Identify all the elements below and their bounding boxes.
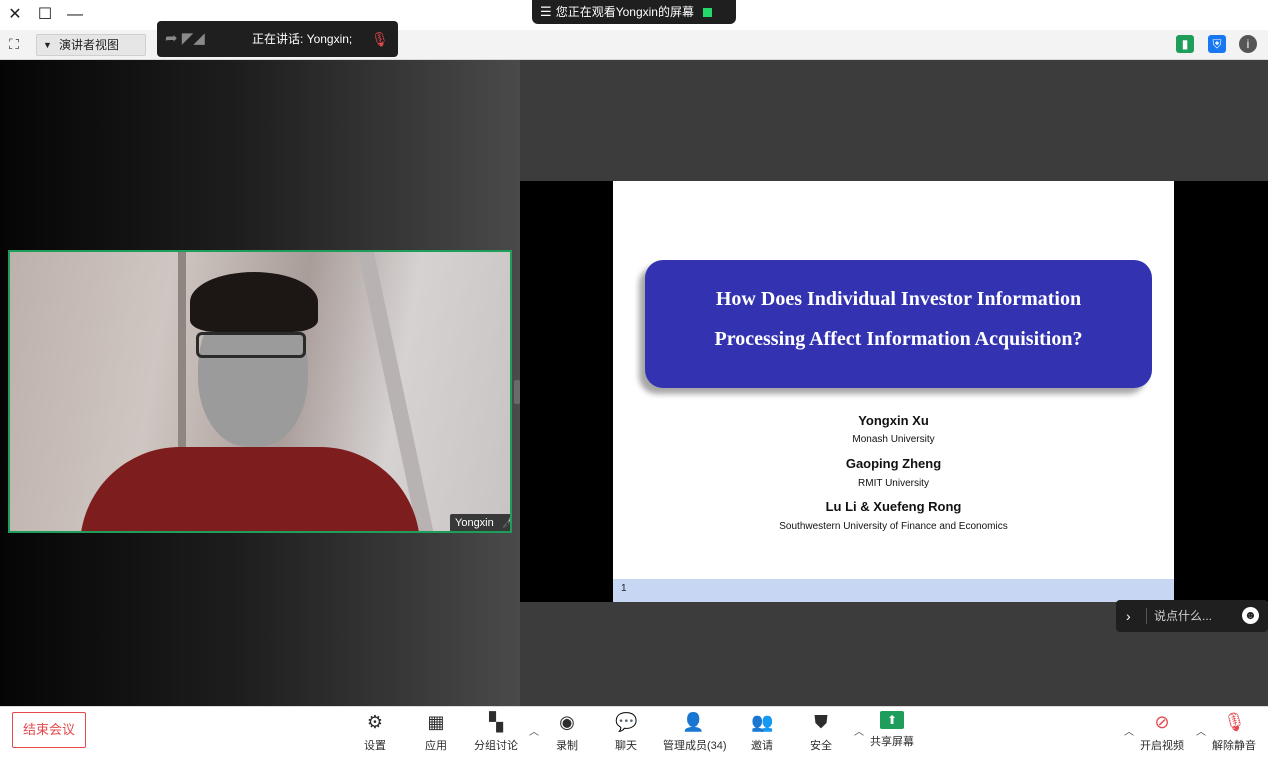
shield-icon[interactable]: ⛨ bbox=[1208, 35, 1226, 53]
invite-label: 邀请 bbox=[751, 740, 773, 752]
slide-affiliation-1: Monash University bbox=[852, 434, 935, 445]
start-video-button[interactable]: ⊘ 开启视频 bbox=[1132, 711, 1192, 755]
chevron-right-icon[interactable]: › bbox=[1126, 600, 1131, 632]
participant-video-tile[interactable]: Yongxin 🎤 bbox=[8, 250, 512, 533]
chat-button[interactable]: 💬 聊天 bbox=[596, 711, 656, 755]
breakout-rooms-button[interactable]: ▚ 分组讨论 bbox=[466, 711, 526, 755]
minimize-icon[interactable]: — bbox=[60, 0, 90, 30]
speaking-label: 正在讲话: Yongxin; bbox=[252, 32, 353, 46]
security-label: 安全 bbox=[810, 740, 832, 752]
shield-icon: ⛊ bbox=[814, 712, 828, 732]
avatar-glasses bbox=[196, 332, 306, 358]
slide-title-line1: How Does Individual Investor Information bbox=[715, 288, 1082, 310]
banner-text: 您正在观看Yongxin的屏幕 bbox=[555, 5, 694, 19]
breakout-label: 分组讨论 bbox=[474, 740, 518, 752]
record-icon: ◉ bbox=[559, 712, 575, 732]
slide-affiliation-3: Southwestern University of Finance and E… bbox=[779, 521, 1008, 532]
video-off-icon: ⊘ bbox=[1154, 712, 1170, 732]
participant-name-tag: Yongxin 🎤 bbox=[450, 514, 510, 531]
slide-author-3: Lu Li & Xuefeng Rong bbox=[825, 499, 962, 514]
invite-button[interactable]: 👥 邀请 bbox=[732, 711, 792, 755]
participant-name: Yongxin bbox=[455, 517, 494, 529]
fullscreen-icon[interactable]: ⛶ bbox=[6, 36, 22, 52]
apps-icon: ▦ bbox=[427, 712, 445, 732]
maximize-icon[interactable]: ☐ bbox=[30, 0, 60, 30]
menu-icon[interactable]: ☰ bbox=[540, 0, 552, 24]
record-label: 录制 bbox=[556, 740, 578, 752]
view-mode-select[interactable]: ▼ 演讲者视图 bbox=[36, 34, 146, 56]
participants-icon: 👤 bbox=[682, 712, 705, 732]
viewing-banner[interactable]: ☰ 您正在观看Yongxin的屏幕 bbox=[532, 0, 736, 24]
speaking-indicator: ➦ ◤◢ 正在讲话: Yongxin; 🎙 bbox=[157, 21, 398, 57]
share-screen-icon: ⬆ bbox=[880, 711, 904, 729]
slide-footer: 1 bbox=[613, 579, 1174, 602]
unmute-label: 解除静音 bbox=[1212, 740, 1256, 752]
slide-title-box: How Does Individual Investor Information… bbox=[645, 260, 1152, 388]
emoji-icon[interactable]: ☻ bbox=[1242, 607, 1259, 624]
share-screen-label: 共享屏幕 bbox=[870, 736, 914, 748]
meeting-controls: 结束会议 ⚙ 设置 ▦ 应用 ▚ 分组讨论 ︿ ◉ 录制 💬 聊天 👤 管理成员… bbox=[0, 706, 1268, 757]
chevron-down-icon: ▼ bbox=[43, 40, 52, 50]
add-user-icon: 👥 bbox=[751, 712, 774, 732]
presentation-slide: How Does Individual Investor Information… bbox=[613, 181, 1174, 602]
chat-input-box[interactable]: › 说点什么... ☻ bbox=[1116, 600, 1268, 632]
slide-title-line2: Processing Affect Information Acquisitio… bbox=[714, 328, 1083, 350]
end-meeting-button[interactable]: 结束会议 bbox=[12, 712, 86, 748]
slide-page-number: 1 bbox=[621, 583, 627, 594]
shared-screen: How Does Individual Investor Information… bbox=[520, 60, 1268, 706]
start-video-label: 开启视频 bbox=[1140, 740, 1184, 752]
slide-affiliation-2: RMIT University bbox=[858, 478, 929, 489]
settings-label: 设置 bbox=[364, 740, 386, 752]
record-button[interactable]: ◉ 录制 bbox=[537, 711, 597, 755]
slide-author-1: Yongxin Xu bbox=[858, 413, 929, 428]
signal-icon[interactable]: ▮ bbox=[1176, 35, 1194, 53]
apps-button[interactable]: ▦ 应用 bbox=[406, 711, 466, 755]
info-icon[interactable]: i bbox=[1239, 35, 1257, 53]
view-mode-label: 演讲者视图 bbox=[59, 38, 120, 52]
share-arrow-icon: ➦ ◤◢ bbox=[165, 30, 205, 47]
avatar-body bbox=[80, 447, 420, 531]
unmute-button[interactable]: 🎙 解除静音 bbox=[1204, 711, 1264, 755]
shared-screen-frame: How Does Individual Investor Information… bbox=[520, 181, 1268, 602]
mic-muted-icon: 🎙 bbox=[371, 31, 389, 47]
security-button[interactable]: ⛊ 安全 bbox=[791, 711, 851, 755]
video-gallery: Yongxin 🎤 bbox=[0, 60, 520, 706]
slide-author-2: Gaoping Zheng bbox=[845, 456, 942, 471]
breakout-icon: ▚ bbox=[489, 712, 503, 732]
share-screen-button[interactable]: ⬆ 共享屏幕 bbox=[862, 711, 922, 755]
share-status-icon bbox=[703, 8, 713, 18]
chat-label: 聊天 bbox=[615, 740, 637, 752]
participants-label: 管理成员(34) bbox=[663, 740, 727, 752]
mic-icon: 🎤 bbox=[502, 514, 510, 531]
mic-muted-icon: 🎙 bbox=[1223, 712, 1246, 732]
settings-button[interactable]: ⚙ 设置 bbox=[345, 711, 405, 755]
chat-divider bbox=[1146, 608, 1147, 624]
gear-icon: ⚙ bbox=[366, 712, 384, 732]
close-icon[interactable]: ✕ bbox=[0, 0, 30, 30]
chat-placeholder[interactable]: 说点什么... bbox=[1154, 600, 1212, 632]
participants-button[interactable]: 👤 管理成员(34) bbox=[663, 711, 727, 755]
chat-bubble-icon: 💬 bbox=[615, 712, 638, 732]
avatar-hair bbox=[190, 272, 318, 332]
apps-label: 应用 bbox=[425, 740, 447, 752]
